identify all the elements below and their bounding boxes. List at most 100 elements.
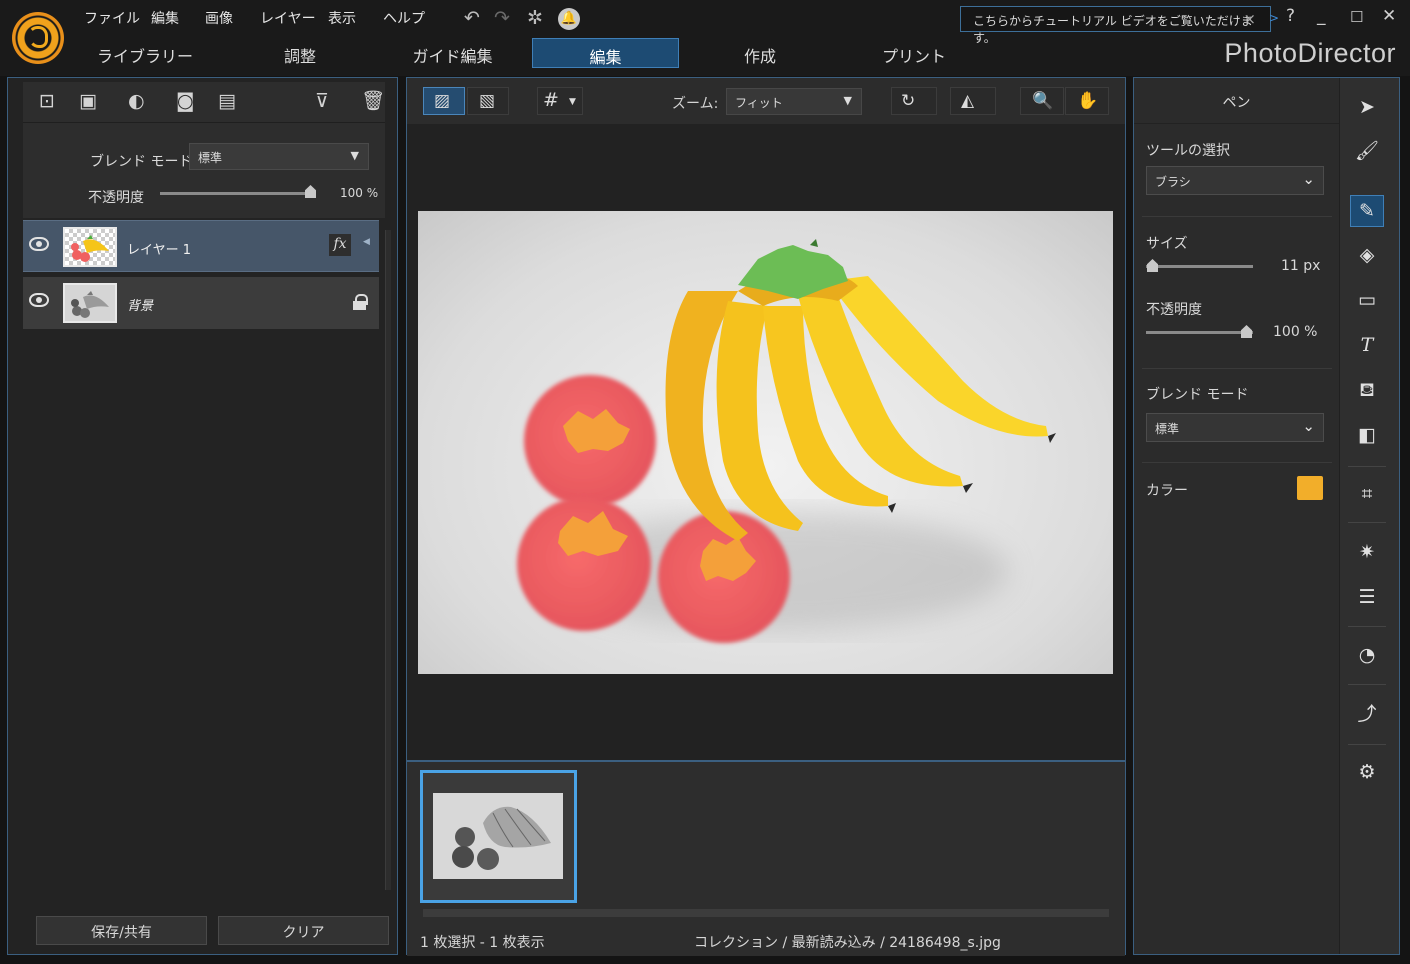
trash-icon[interactable]: 🗑	[361, 91, 385, 111]
settings-gear-icon[interactable]: ⚙	[1350, 757, 1384, 789]
transform-icon[interactable]: ⤴	[1350, 699, 1384, 731]
layer-thumbnail	[63, 227, 117, 267]
eraser-icon[interactable]: ◈	[1350, 240, 1384, 272]
magnifier-icon: 🔍	[1032, 91, 1054, 111]
tab-guided-edit[interactable]: ガイド編集	[395, 38, 510, 68]
lock-icon[interactable]	[353, 294, 368, 310]
hand-tool-button[interactable]: ✋	[1065, 87, 1109, 115]
help-button[interactable]: ?	[1286, 6, 1295, 26]
tutorial-banner[interactable]: こちらからチュートリアル ビデオをご覧いただけます。 × >	[960, 6, 1279, 45]
menu-layer[interactable]: レイヤー	[260, 8, 316, 28]
tab-library[interactable]: ライブラリー	[95, 38, 195, 68]
pen-opacity-slider-thumb[interactable]	[1241, 325, 1252, 338]
rotate-button[interactable]: ↻	[891, 87, 937, 115]
opacity-slider-thumb[interactable]	[305, 185, 316, 198]
layer-options: ブレンド モード: 標準 ▼ 不透明度 100 %	[23, 122, 385, 218]
fx-button[interactable]: fx	[329, 234, 351, 256]
pen-blend-mode-select[interactable]: 標準 ⌄	[1146, 413, 1324, 442]
text-icon[interactable]: T	[1350, 330, 1384, 362]
blend-mode-label: ブレンド モード:	[90, 154, 198, 170]
layer-row[interactable]: 背景	[23, 277, 379, 329]
close-window-icon[interactable]: ✕	[1382, 6, 1396, 26]
tab-print[interactable]: プリント	[866, 38, 962, 68]
undo-icon[interactable]: ↶	[464, 8, 480, 28]
divider	[1142, 368, 1332, 369]
crop-icon[interactable]: ⌗	[1350, 479, 1384, 511]
magic-wand-icon[interactable]: ✷	[1350, 537, 1384, 569]
fill-bucket-icon[interactable]: ⛾	[1350, 375, 1384, 407]
save-share-button[interactable]: 保存/共有	[36, 916, 207, 945]
menu-view[interactable]: 表示	[328, 8, 356, 28]
chevron-down-icon: ⌄	[1302, 417, 1315, 435]
add-image-layer-icon[interactable]: ▣	[79, 91, 97, 111]
flip-icon: ◭	[961, 91, 975, 111]
chevron-down-icon: ⌄	[1302, 170, 1315, 188]
chevron-right-icon[interactable]: >	[1269, 11, 1279, 25]
zoom-select[interactable]: フィット ▼	[726, 88, 862, 115]
menu-image[interactable]: 画像	[205, 8, 233, 28]
tool-select-value: ブラシ	[1155, 175, 1191, 189]
settings-gear-icon[interactable]: ✲	[527, 8, 543, 28]
flip-button[interactable]: ◭	[950, 87, 996, 115]
notification-bell-icon[interactable]: 🔔	[558, 8, 580, 30]
clone-brush-icon[interactable]: 🖌	[1350, 136, 1384, 168]
visibility-eye-icon[interactable]	[29, 293, 49, 307]
filter-icon[interactable]: ⊽	[315, 91, 329, 111]
size-slider-thumb[interactable]	[1147, 259, 1158, 272]
maximize-icon[interactable]: ☐	[1350, 8, 1363, 26]
divider	[1348, 744, 1386, 745]
color-swatch[interactable]	[1297, 476, 1323, 500]
minimize-icon[interactable]: _	[1317, 6, 1326, 26]
zoom-label: ズーム:	[672, 96, 719, 112]
tool-select[interactable]: ブラシ ⌄	[1146, 166, 1324, 195]
size-value: 11 px	[1281, 258, 1321, 274]
size-slider-track[interactable]	[1146, 265, 1253, 268]
tab-adjust[interactable]: 調整	[250, 38, 350, 68]
opacity-slider-track[interactable]	[160, 192, 315, 195]
compare-view-button[interactable]: ▧	[467, 87, 509, 115]
color-circle-icon[interactable]: ◔	[1350, 640, 1384, 672]
layer-menu-icon[interactable]: ▤	[218, 91, 236, 111]
pen-icon[interactable]: ✎	[1350, 195, 1384, 227]
filmstrip-thumbnail[interactable]	[420, 770, 577, 903]
layer-row[interactable]: レイヤー 1 fx ◀	[23, 220, 379, 272]
close-icon[interactable]: ×	[1243, 10, 1256, 28]
adjustment-layer-icon[interactable]: ◐	[128, 91, 145, 111]
zoom-tool-button[interactable]: 🔍	[1020, 87, 1064, 115]
rectangle-icon[interactable]: ▭	[1350, 285, 1384, 317]
canvas-toolbar: ▨ ▧ # ▼ ズーム: フィット ▼ ↻ ◭ 🔍 ✋	[407, 78, 1125, 124]
tab-edit[interactable]: 編集	[532, 38, 679, 68]
canvas-area[interactable]	[407, 124, 1125, 760]
add-layer-icon[interactable]: ⊡	[39, 91, 55, 111]
collection-path: コレクション / 最新読み込み / 24186498_s.jpg	[694, 935, 1001, 951]
photo-canvas[interactable]	[418, 211, 1113, 674]
visibility-eye-icon[interactable]	[29, 237, 49, 251]
pen-opacity-slider-track[interactable]	[1146, 331, 1253, 334]
blend-mode-value: 標準	[198, 151, 223, 165]
grid-button[interactable]: # ▼	[537, 87, 583, 115]
menu-file[interactable]: ファイル	[84, 8, 140, 28]
pen-blend-mode-value: 標準	[1155, 422, 1180, 436]
scrollbar[interactable]	[385, 230, 391, 890]
filmstrip: 1 枚選択 - 1 枚表示 コレクション / 最新読み込み / 24186498…	[407, 760, 1125, 956]
opacity-value: 100 %	[340, 186, 379, 200]
title-bar: ファイル 編集 画像 レイヤー 表示 ヘルプ ↶ ↷ ✲ 🔔 こちらからチュート…	[0, 0, 1410, 76]
app-logo-icon	[12, 12, 64, 64]
pen-opacity-label: 不透明度	[1146, 302, 1202, 318]
divider	[1348, 466, 1386, 467]
menu-edit[interactable]: 編集	[151, 8, 179, 28]
mask-icon[interactable]: ◙	[176, 91, 194, 111]
collapse-triangle-icon[interactable]: ◀	[363, 237, 370, 247]
select-arrow-icon[interactable]: ➤	[1350, 92, 1384, 124]
redo-icon[interactable]: ↷	[494, 8, 510, 28]
adjust-sliders-icon[interactable]: ☰	[1350, 582, 1384, 614]
blend-mode-select[interactable]: 標準 ▼	[189, 143, 369, 170]
clear-button[interactable]: クリア	[218, 916, 389, 945]
brand-name: PhotoDirector	[1224, 38, 1396, 68]
gradient-icon[interactable]: ◧	[1350, 420, 1384, 452]
grid-icon: #	[543, 89, 559, 111]
single-view-button[interactable]: ▨	[423, 87, 465, 115]
menu-help[interactable]: ヘルプ	[383, 8, 425, 28]
tab-create[interactable]: 作成	[712, 38, 808, 68]
filmstrip-scrollbar[interactable]	[423, 909, 1109, 917]
